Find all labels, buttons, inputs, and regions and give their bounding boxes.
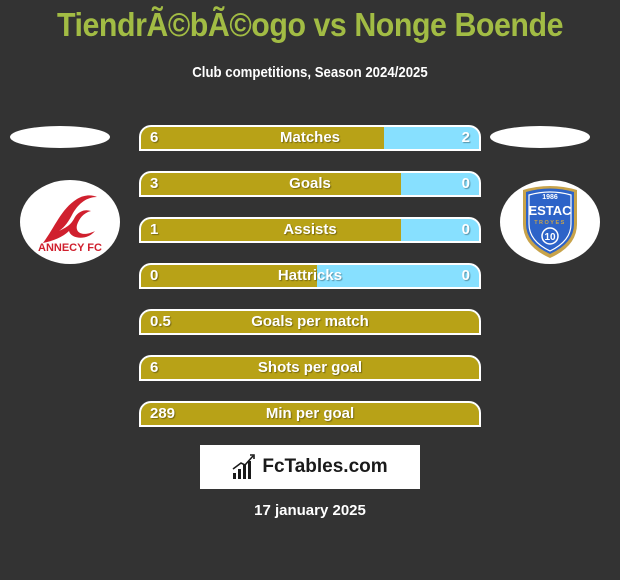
svg-text:ESTAC: ESTAC [528,203,572,218]
stat-label: Hattricks [277,267,343,284]
stat-label: Goals per match [251,313,369,330]
stat-row-matches: 6 Matches 2 [139,125,481,151]
stat-row-assists: 1 Assists 0 [139,217,481,243]
brand-name: FcTables.com [262,456,388,477]
right-value: 0 [461,175,470,192]
left-team-logo[interactable]: ANNECY FC [20,180,120,264]
stat-row-goals-per-match: 0.5 Goals per match [139,309,481,335]
page-subtitle: Club competitions, Season 2024/2025 [192,64,428,81]
right-team-logo[interactable]: 1986 ESTAC TROYES 10 [500,180,600,264]
stat-row-hattricks: 0 Hattricks 0 [139,263,481,289]
stat-label: Assists [283,221,337,238]
annecy-fc-logo-icon: ANNECY FC [38,195,102,254]
right-value: 0 [461,267,470,284]
stat-label: Goals [289,175,331,192]
stat-row-shots-per-goal: 6 Shots per goal [139,355,481,381]
stat-label: Min per goal [265,405,355,422]
svg-text:1986: 1986 [542,194,558,201]
stat-row-goals: 3 Goals 0 [139,171,481,197]
left-team-badge-placeholder [10,126,110,148]
svg-text:10: 10 [544,232,556,243]
right-team-badge-placeholder [490,126,590,148]
svg-text:TROYES: TROYES [534,220,566,226]
right-value: 2 [461,129,470,146]
page-title: TiendrÃ©bÃ©ogo vs Nonge Boende [56,6,564,43]
stat-label: Shots per goal [257,359,363,376]
svg-text:ANNECY FC: ANNECY FC [38,242,102,254]
stat-label: Matches [279,129,341,146]
right-value: 0 [461,221,470,238]
stat-row-min-per-goal: 289 Min per goal [139,401,481,427]
report-date: 17 january 2025 [254,502,366,519]
bar-chart-icon [232,454,256,479]
fctables-brand-link[interactable]: FcTables.com [200,445,420,489]
estac-troyes-logo-icon: 1986 ESTAC TROYES 10 [523,186,577,258]
